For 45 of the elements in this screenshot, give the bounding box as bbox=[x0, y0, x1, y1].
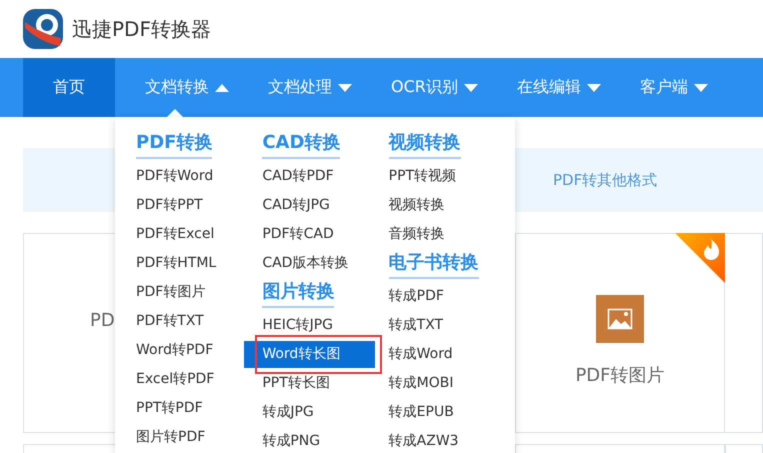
menu-item[interactable]: 音频转换 bbox=[370, 220, 463, 249]
menu-item[interactable]: PDF转Word bbox=[118, 162, 232, 191]
caret-down-icon bbox=[694, 84, 708, 92]
group-heading: PDF转换 bbox=[136, 129, 212, 159]
menu-item[interactable]: Word转PDF bbox=[118, 336, 232, 365]
menu-item[interactable]: Word转长图 bbox=[244, 341, 376, 368]
logo-icon bbox=[22, 8, 64, 50]
menu-item[interactable]: PPT转视频 bbox=[370, 162, 474, 191]
menu-item[interactable]: PDF转TXT bbox=[118, 307, 222, 336]
menu-item[interactable]: CAD转PDF bbox=[244, 162, 352, 191]
group-heading: 视频转换 bbox=[388, 129, 461, 159]
menu-item[interactable]: PPT转PDF bbox=[118, 394, 221, 423]
menu-item[interactable]: CAD版本转换 bbox=[244, 249, 366, 278]
group-heading: CAD转换 bbox=[262, 129, 340, 159]
caret-down-icon bbox=[586, 84, 601, 92]
menu-item[interactable]: 图片转PDF bbox=[118, 423, 224, 452]
card-label: PD bbox=[90, 310, 115, 331]
menu-item[interactable]: 转成MOBI bbox=[370, 369, 472, 398]
menu-item[interactable]: PDF转CAD bbox=[244, 220, 352, 249]
menu-item[interactable]: 转成JPG bbox=[244, 398, 332, 427]
caret-down-icon bbox=[338, 84, 352, 92]
menu-item[interactable]: 转成PDF bbox=[370, 282, 462, 311]
menu-item[interactable]: 转成TXT bbox=[370, 311, 462, 340]
menu-item[interactable]: 转成EPUB bbox=[370, 398, 472, 427]
app-title: 迅捷PDF转换器 bbox=[72, 16, 211, 42]
menu-item[interactable]: Excel转PDF bbox=[118, 365, 232, 394]
group-heading: 电子书转换 bbox=[388, 249, 479, 279]
nav-tab[interactable]: 首页 bbox=[23, 58, 115, 117]
caret-up-icon bbox=[215, 84, 229, 92]
menu-item[interactable]: PPT转长图 bbox=[244, 369, 348, 398]
menu-item[interactable]: 转成AZW3 bbox=[370, 427, 477, 453]
menu-item[interactable]: PDF转HTML bbox=[118, 249, 234, 278]
menu-item[interactable]: PDF转Excel bbox=[118, 220, 232, 249]
group-heading: 图片转换 bbox=[262, 278, 334, 308]
caret-down-icon bbox=[464, 84, 478, 92]
menu-item[interactable]: PDF转PPT bbox=[118, 191, 221, 220]
menu-item[interactable]: 视频转换 bbox=[370, 191, 463, 220]
menu-item[interactable]: HEIC转JPG bbox=[244, 311, 352, 340]
card-label: PDF转图片 bbox=[575, 364, 665, 387]
image-icon bbox=[596, 295, 644, 343]
menu-item[interactable]: 转成PNG bbox=[244, 427, 338, 453]
tool-card[interactable] bbox=[725, 233, 763, 433]
menu-item[interactable]: PDF转图片 bbox=[118, 278, 224, 307]
menu-item[interactable]: CAD转JPG bbox=[244, 191, 348, 220]
tool-card[interactable]: PDF转图片 bbox=[515, 233, 725, 433]
